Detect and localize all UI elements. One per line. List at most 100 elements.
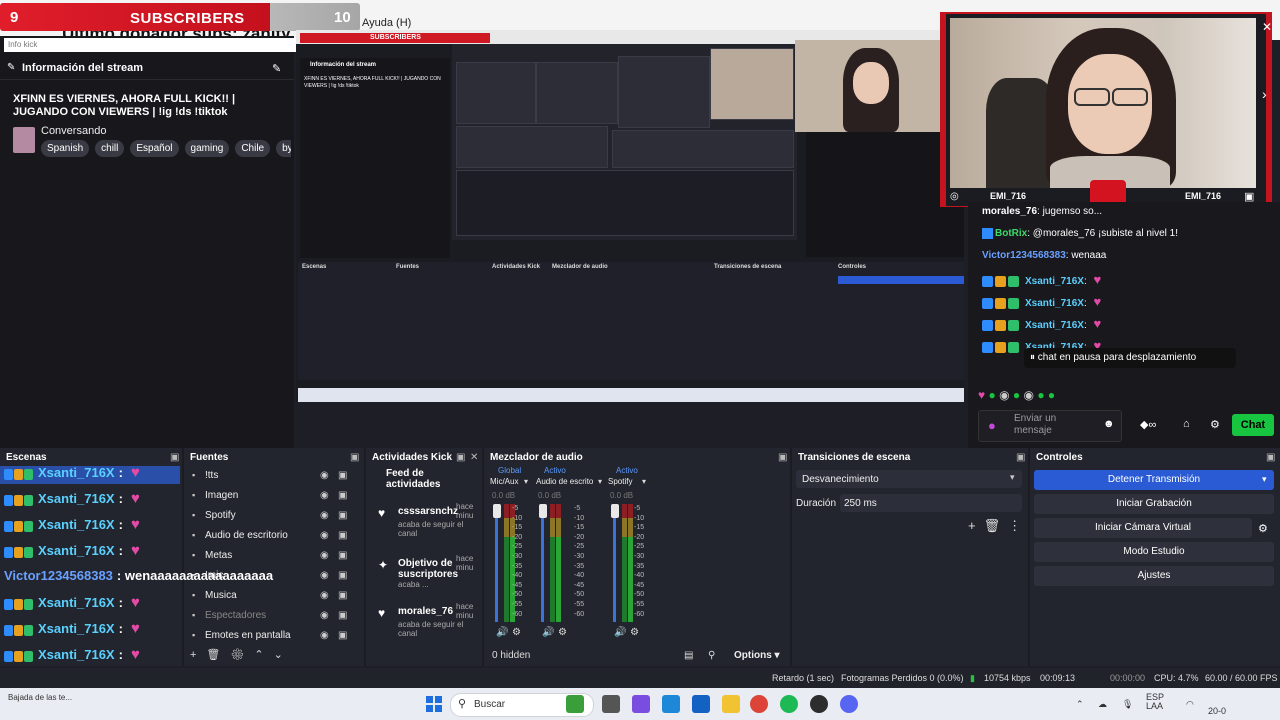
dock-float-icon[interactable]: ▣	[778, 452, 787, 463]
spotify-icon[interactable]	[780, 695, 798, 713]
mixer-layout-icon[interactable]: ▤	[684, 650, 693, 661]
chrome-icon[interactable]	[750, 695, 768, 713]
chevron-down-icon[interactable]: ▾	[642, 477, 646, 486]
menu-help[interactable]: Ayuda (H)	[362, 17, 411, 29]
mixer-gear-icon[interactable]: ⚙	[512, 627, 521, 638]
control-button[interactable]: Detener Transmisión	[1034, 470, 1274, 490]
chat-message[interactable]: Xsanti_716X: ♥	[982, 316, 1101, 331]
dock-close-icon[interactable]: ✕	[470, 452, 478, 463]
mixer-link-icon[interactable]: ⚲	[708, 650, 715, 661]
chevron-down-icon[interactable]: ▾	[1262, 474, 1267, 485]
chat-message[interactable]: BotRix: @morales_76 ¡subiste al nivel 1!	[982, 228, 1178, 239]
dock-float-icon[interactable]: ▣	[350, 452, 359, 463]
volume-slider[interactable]	[493, 504, 501, 518]
control-button[interactable]: Iniciar Cámara Virtual	[1034, 518, 1252, 538]
mixer-channel-name[interactable]: Spotify	[608, 477, 632, 486]
visibility-eye-icon[interactable]: ◉	[320, 610, 329, 621]
chat-message[interactable]: Xsanti_716X: ♥	[982, 294, 1101, 309]
kick-points-icon[interactable]: ◆∞	[1140, 418, 1156, 431]
chat-username[interactable]: Xsanti_716X	[1025, 320, 1084, 331]
mixer-hidden-label[interactable]: 0 hidden	[492, 650, 530, 661]
mixer-gear-icon[interactable]: ⚙	[630, 627, 639, 638]
info-search-input[interactable]: Info kick	[4, 38, 296, 52]
visibility-eye-icon[interactable]: ◉	[320, 530, 329, 541]
mixer-options-button[interactable]: Options ▾	[734, 650, 780, 661]
lock-icon[interactable]: ▣	[338, 490, 347, 501]
tray-chevron-icon[interactable]: ⌃	[1076, 699, 1084, 710]
volume-slider[interactable]	[539, 504, 547, 518]
lock-icon[interactable]: ▣	[338, 510, 347, 521]
source-item[interactable]: Espectadores	[205, 610, 266, 621]
chat-send-button[interactable]: Chat	[1232, 414, 1274, 436]
chat-username[interactable]: Xsanti_716X	[1025, 298, 1084, 309]
dock-float-icon[interactable]: ▣	[1266, 452, 1275, 463]
mixer-channel-name[interactable]: Mic/Aux	[490, 477, 518, 486]
source-item[interactable]: Audio de escritorio	[205, 530, 288, 541]
chevron-right-icon[interactable]: ›	[1262, 86, 1267, 102]
visibility-eye-icon[interactable]: ◉	[320, 590, 329, 601]
visibility-eye-icon[interactable]: ◉	[320, 570, 329, 581]
mixer-channel-name[interactable]: Audio de escrito	[536, 477, 593, 486]
source-item[interactable]: !tts	[205, 470, 218, 481]
speaker-icon[interactable]: 🔊	[614, 627, 626, 638]
speaker-icon[interactable]: 🔊	[496, 627, 508, 638]
lock-icon[interactable]: ▣	[338, 630, 347, 641]
volume-slider[interactable]	[611, 504, 619, 518]
tray-date[interactable]: 20-0	[1208, 706, 1226, 716]
lock-icon[interactable]: ▣	[338, 550, 347, 561]
visibility-eye-icon[interactable]: ◉	[320, 630, 329, 641]
store-icon[interactable]	[692, 695, 710, 713]
chat-message[interactable]: Xsanti_716X: ♥	[982, 272, 1101, 287]
chevron-down-icon[interactable]: ▾	[598, 477, 602, 486]
control-button[interactable]: Iniciar Grabación	[1034, 494, 1274, 514]
lock-icon[interactable]: ▣	[338, 470, 347, 481]
virtual-cam-gear-icon[interactable]: ⚙	[1258, 522, 1268, 535]
chat-username[interactable]: Xsanti_716X	[1025, 276, 1084, 287]
speaker-icon[interactable]: 🔊	[542, 627, 554, 638]
lock-icon[interactable]: ▣	[338, 610, 347, 621]
dock-float-icon[interactable]: ▣	[1016, 452, 1025, 463]
settings-gear-icon[interactable]: ⚙	[1210, 418, 1220, 431]
mixer-gear-icon[interactable]: ⚙	[558, 627, 567, 638]
dock-float-icon[interactable]: ▣	[456, 452, 465, 463]
visibility-eye-icon[interactable]: ◉	[320, 510, 329, 521]
sources-toolbar[interactable]: +🗑⚙⌃⌄	[190, 648, 293, 661]
chat-pause-banner[interactable]: ⏸ chat en pausa para desplazamiento	[1024, 348, 1236, 368]
dock-float-icon[interactable]: ▣	[170, 452, 179, 463]
lock-icon[interactable]: ▣	[338, 530, 347, 541]
control-button[interactable]: Ajustes	[1034, 566, 1274, 586]
file-explorer-icon[interactable]	[722, 695, 740, 713]
chat-username[interactable]: Victor1234568383	[982, 250, 1066, 261]
copilot-icon[interactable]	[632, 695, 650, 713]
chat-message[interactable]: morales_76: jugemso so...	[982, 206, 1102, 217]
source-item[interactable]: Imagen	[205, 490, 238, 501]
chevron-down-icon[interactable]: ▾	[524, 477, 528, 486]
transition-toolbar[interactable]: +🗑⋮	[968, 518, 1029, 534]
visibility-eye-icon[interactable]: ◉	[320, 490, 329, 501]
chat-message[interactable]: Victor1234568383: wenaaa	[982, 250, 1106, 261]
tray-network-icon[interactable]: ☁	[1098, 699, 1107, 710]
source-item[interactable]: Emotes en pantalla	[205, 630, 291, 641]
windows-start-icon[interactable]	[426, 696, 442, 712]
chat-username[interactable]: morales_76	[982, 206, 1037, 217]
task-view-icon[interactable]	[602, 695, 620, 713]
obs-icon[interactable]	[810, 695, 828, 713]
visibility-eye-icon[interactable]: ◉	[320, 470, 329, 481]
source-item[interactable]: Metas	[205, 550, 232, 561]
discord-icon[interactable]	[840, 695, 858, 713]
taskbar-notification[interactable]: Bajada de las te...	[8, 693, 72, 702]
mic-icon[interactable]: ●	[988, 418, 996, 433]
gift-icon[interactable]: ⌂	[1183, 418, 1190, 430]
close-icon[interactable]: ✕	[1262, 20, 1272, 34]
tray-language[interactable]: ESP LAA	[1146, 693, 1164, 711]
lock-icon[interactable]: ▣	[338, 590, 347, 601]
visibility-eye-icon[interactable]: ◉	[320, 550, 329, 561]
source-item[interactable]: Spotify	[205, 510, 236, 521]
edge-icon[interactable]	[662, 695, 680, 713]
control-button[interactable]: Modo Estudio	[1034, 542, 1274, 562]
tray-mic-icon[interactable]: 🎙	[1122, 699, 1133, 710]
emoji-icon[interactable]: ☻	[1103, 418, 1115, 430]
lock-icon[interactable]: ▣	[338, 570, 347, 581]
tray-wifi-icon[interactable]: ◠	[1186, 699, 1194, 710]
edit-icon[interactable]: ✎	[272, 62, 281, 75]
